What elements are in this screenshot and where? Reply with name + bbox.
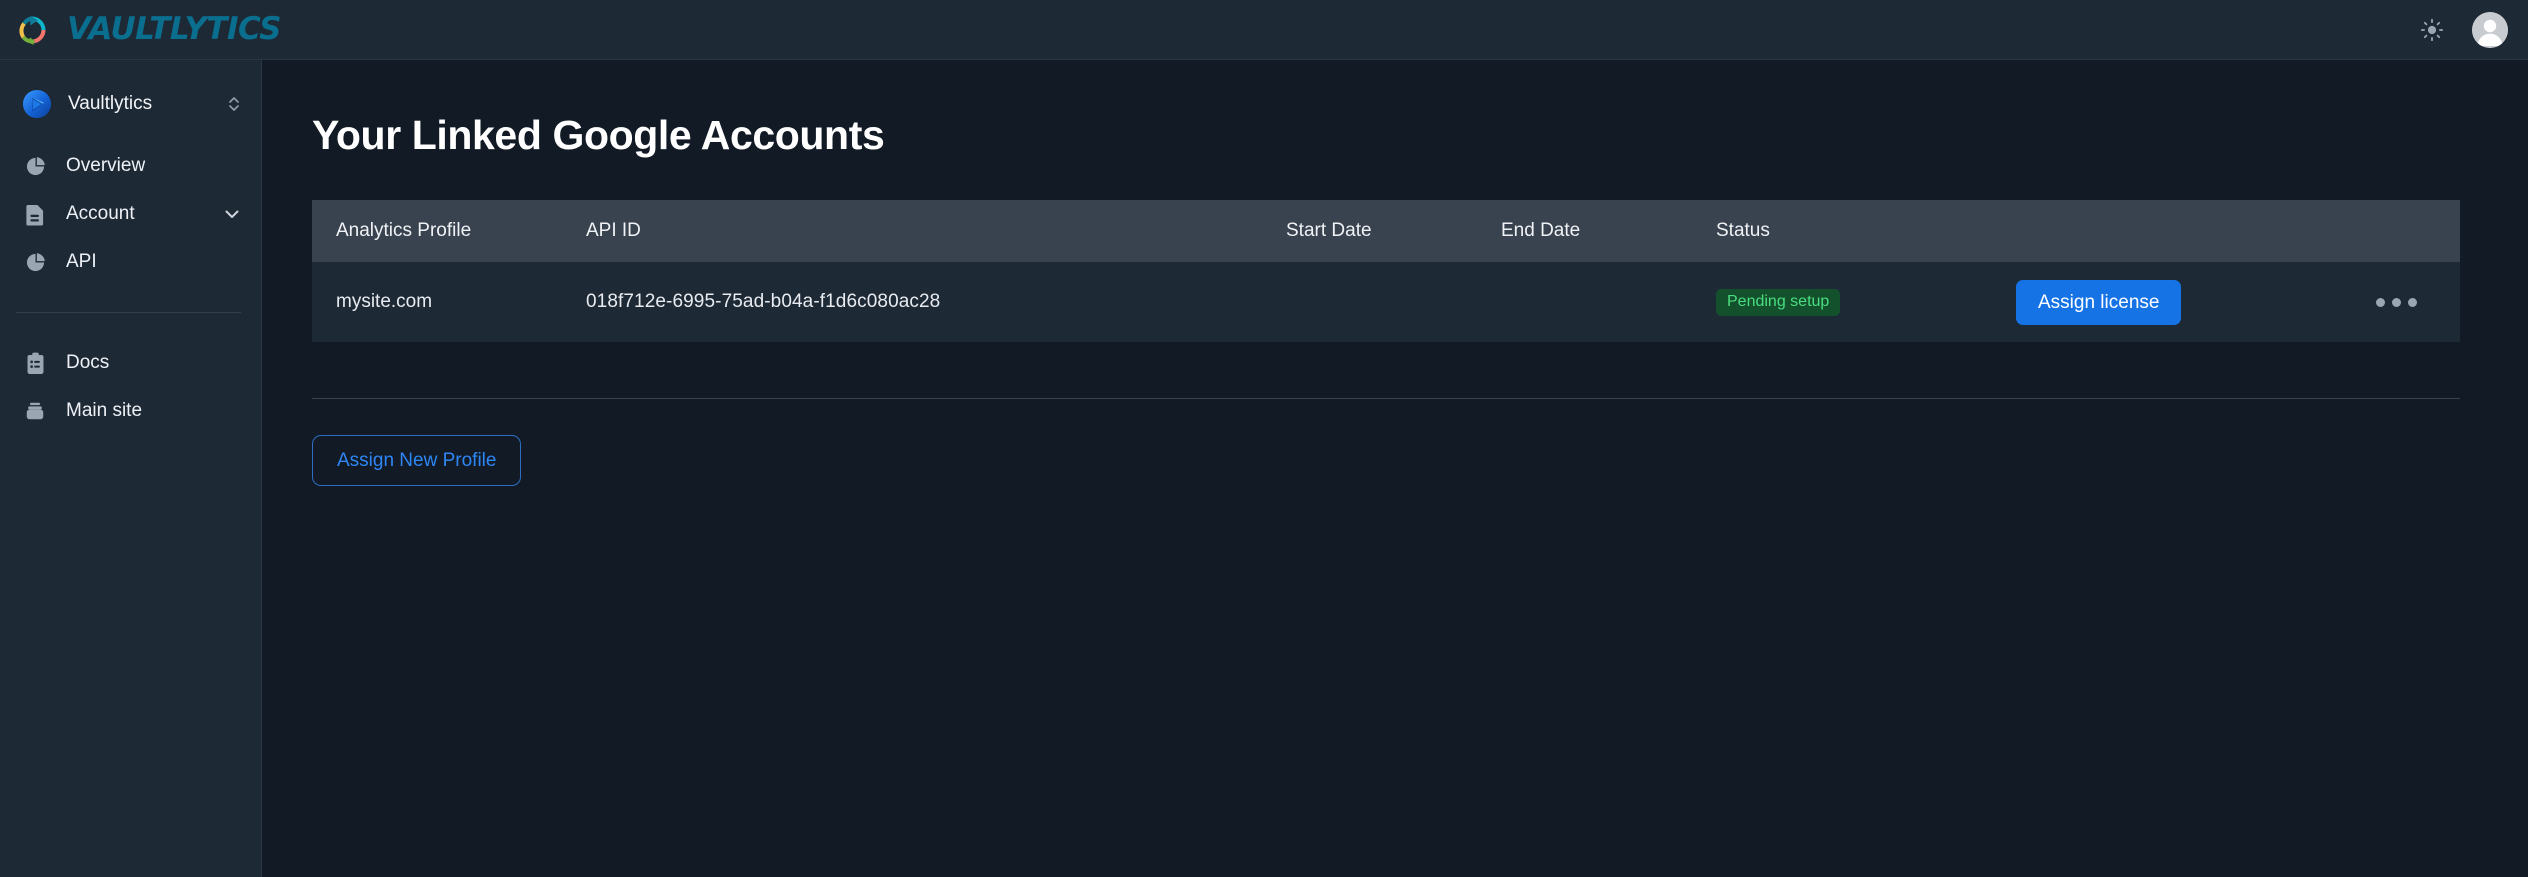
sidebar-item-docs[interactable]: Docs [0, 339, 261, 387]
sidebar: Vaultlytics Overview Account API Docs Ma… [0, 60, 262, 877]
column-header-api-id: API ID [586, 220, 641, 241]
column-header-start-date: Start Date [1286, 220, 1372, 241]
sidebar-primary-nav: Overview Account API [0, 132, 261, 286]
sidebar-divider [16, 312, 241, 313]
linked-accounts-table: Analytics Profile API ID Start Date End … [312, 200, 2460, 342]
sidebar-item-main-site[interactable]: Main site [0, 387, 261, 435]
cell-more [2352, 262, 2460, 342]
sidebar-item-api[interactable]: API [0, 238, 261, 286]
column-header-status: Status [1716, 220, 1770, 241]
table-row: mysite.com 018f712e-6995-75ad-b04a-f1d6c… [312, 262, 2460, 342]
workspace-play-icon [22, 89, 52, 119]
table-body: mysite.com 018f712e-6995-75ad-b04a-f1d6c… [312, 262, 2460, 342]
app-root: VAULTLYTICS Vaultlytics Overview Account… [0, 0, 2528, 877]
cell-action: Assign license [1992, 262, 2352, 342]
ellipsis-dot [2408, 297, 2417, 307]
assign-license-button[interactable]: Assign license [2016, 279, 2182, 325]
avatar[interactable] [2472, 11, 2508, 48]
column-header-analytics-profile: Analytics Profile [336, 220, 472, 241]
cell-end-date [1477, 262, 1692, 342]
chevron-up-down-icon [227, 93, 241, 115]
ellipsis-dot [2392, 297, 2401, 307]
archive-box-icon [24, 398, 46, 424]
assign-new-profile-button[interactable]: Assign New Profile [312, 435, 522, 486]
column-header-more [2352, 200, 2460, 262]
top-bar: VAULTLYTICS [0, 0, 2528, 60]
brand-wordmark: VAULTLYTICS [67, 11, 281, 47]
cell-api-id: 018f712e-6995-75ad-b04a-f1d6c080ac28 [586, 291, 941, 312]
table-header-row: Analytics Profile API ID Start Date End … [312, 200, 2460, 262]
sidebar-item-label: Account [66, 203, 135, 224]
top-bar-actions [2419, 11, 2508, 48]
sidebar-secondary-nav: Docs Main site [0, 339, 261, 435]
chevron-down-icon[interactable] [223, 205, 241, 223]
ellipsis-dot [2376, 297, 2385, 307]
page-title: Your Linked Google Accounts [312, 112, 885, 158]
brand-logo[interactable]: VAULTLYTICS [14, 12, 281, 48]
clipboard-list-icon [24, 350, 46, 376]
column-header-end-date: End Date [1501, 220, 1581, 241]
sidebar-item-label: Main site [66, 400, 143, 421]
cell-analytics-profile: mysite.com [336, 291, 433, 312]
sidebar-item-label: Overview [66, 155, 146, 176]
sidebar-item-account[interactable]: Account [0, 190, 261, 238]
status-badge: Pending setup [1716, 288, 1841, 316]
body-row: Vaultlytics Overview Account API Docs Ma… [0, 60, 2528, 877]
pie-chart-icon [24, 153, 46, 179]
workspace-name: Vaultlytics [68, 93, 153, 114]
sidebar-item-label: Docs [66, 352, 110, 373]
ellipsis-horizontal-icon[interactable] [2376, 297, 2422, 307]
sidebar-item-label: API [66, 251, 97, 272]
cell-start-date [1262, 262, 1477, 342]
table-header: Analytics Profile API ID Start Date End … [312, 200, 2460, 262]
circular-arrow-ring-logo-icon [14, 12, 50, 48]
content-divider [312, 398, 2460, 399]
workspace-switcher[interactable]: Vaultlytics [0, 76, 261, 132]
pie-chart-icon [24, 249, 46, 275]
column-header-action [1992, 200, 2352, 262]
sidebar-item-overview[interactable]: Overview [0, 142, 261, 190]
cell-status: Pending setup [1692, 262, 1992, 342]
document-icon [24, 201, 46, 227]
main-content: Your Linked Google Accounts Analytics Pr… [262, 60, 2528, 877]
sun-icon[interactable] [2419, 17, 2445, 43]
